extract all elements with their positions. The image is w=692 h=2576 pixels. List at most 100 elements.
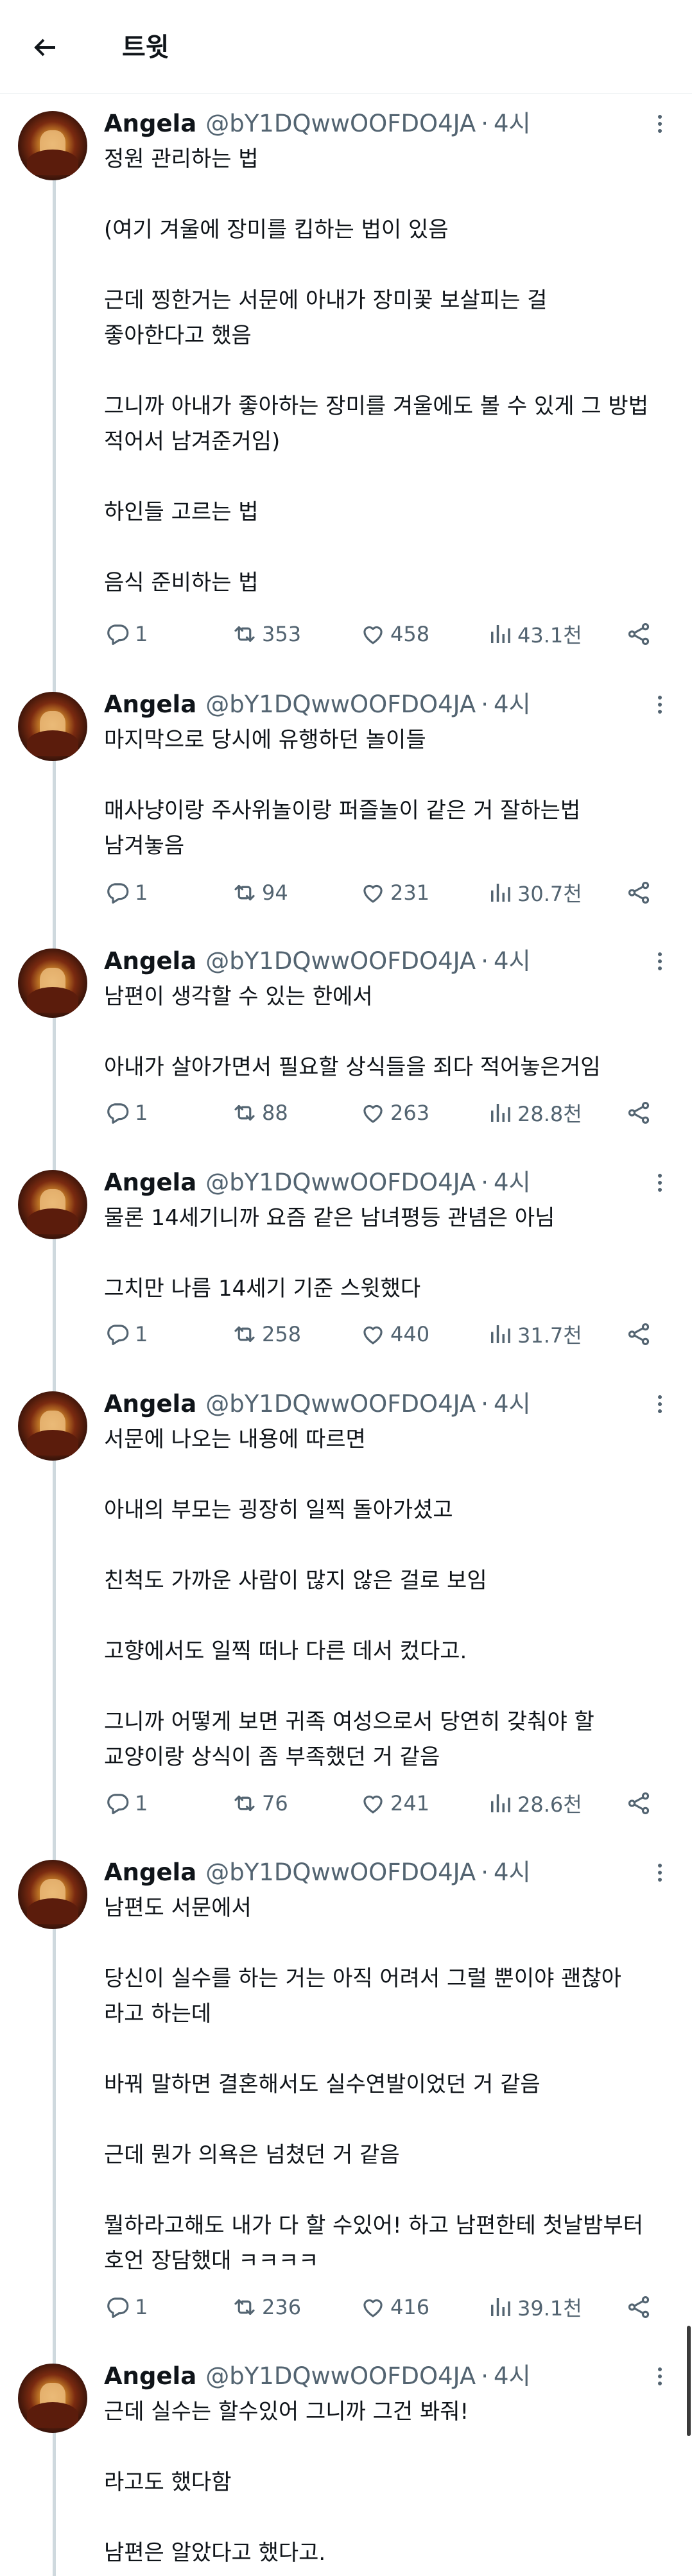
author-name[interactable]: Angela [104, 106, 196, 142]
more-options-icon[interactable] [647, 949, 673, 974]
reply-button[interactable]: 1 [104, 873, 148, 912]
avatar[interactable] [18, 692, 87, 761]
retweets-count: 76 [262, 1791, 288, 1816]
views-button[interactable]: 39.1천 [487, 2288, 582, 2326]
tweet-text-line: 좋아한다고 했음 [104, 323, 252, 348]
retweets-count: 258 [262, 1322, 302, 1346]
retweet-button[interactable]: 76 [231, 1784, 288, 1823]
author-name[interactable]: Angela [104, 1165, 196, 1201]
avatar[interactable] [18, 1170, 87, 1239]
tweet-actions: 1 76 241 28.6천 [104, 1784, 669, 1823]
more-options-icon[interactable] [647, 111, 673, 137]
tweet-text-line: 당신이 실수를 하는 거는 아직 어려서 그럴 뿐이야 괜찮아 [104, 1966, 621, 1991]
reply-button[interactable]: 1 [104, 2288, 148, 2326]
scrollbar-thumb[interactable] [687, 2326, 691, 2436]
reply-button[interactable]: 1 [104, 1784, 148, 1823]
more-options-icon[interactable] [647, 1391, 673, 1417]
back-button[interactable] [26, 28, 64, 67]
share-button[interactable] [625, 873, 652, 912]
like-button[interactable]: 231 [359, 873, 429, 912]
reply-button[interactable]: 1 [104, 1315, 148, 1353]
share-button[interactable] [625, 2288, 652, 2326]
avatar[interactable] [18, 949, 87, 1018]
avatar[interactable] [18, 1860, 87, 1929]
separator-dot: · [481, 947, 489, 975]
tweet-text: 남편도 서문에서 당신이 실수를 하는 거는 아직 어려서 그럴 뿐이야 괜찮아 라… [104, 1891, 669, 2279]
author-name[interactable]: Angela [104, 687, 196, 723]
tweet-timestamp[interactable]: 4시 [494, 943, 531, 979]
share-icon [628, 882, 650, 904]
tweet-text-line: 물론 14세기니까 요즘 같은 남녀평등 관념은 아님 [104, 1205, 555, 1231]
retweet-button[interactable]: 353 [231, 615, 301, 653]
views-button[interactable]: 43.1천 [487, 615, 582, 653]
like-button[interactable]: 458 [359, 615, 429, 653]
tweet-actions: 1 94 231 30.7천 [104, 873, 669, 912]
share-button[interactable] [625, 1094, 652, 1132]
retweet-icon [234, 1104, 255, 1121]
tweet-header: Angela @bY1DQwwOOFDO4JA · 4시 [104, 943, 531, 979]
views-button[interactable]: 28.6천 [487, 1784, 582, 1823]
author-name[interactable]: Angela [104, 1386, 196, 1422]
author-handle[interactable]: @bY1DQwwOOFDO4JA [205, 943, 476, 979]
like-button[interactable]: 416 [359, 2288, 429, 2326]
tweet-timestamp[interactable]: 4시 [494, 687, 531, 723]
share-button[interactable] [625, 1784, 652, 1823]
author-handle[interactable]: @bY1DQwwOOFDO4JA [205, 1386, 476, 1422]
replies-count: 1 [135, 2295, 148, 2319]
reply-button[interactable]: 1 [104, 615, 148, 653]
tweet-timestamp[interactable]: 4시 [494, 2358, 531, 2394]
author-name[interactable]: Angela [104, 943, 196, 979]
tweet-timestamp[interactable]: 4시 [494, 1855, 531, 1891]
likes-count: 440 [390, 1322, 430, 1346]
retweet-button[interactable]: 236 [231, 2288, 301, 2326]
tweet-text-line: 호언 장담했대 ㅋㅋㅋㅋ [104, 2248, 319, 2274]
more-options-icon[interactable] [647, 1860, 673, 1885]
retweet-button[interactable]: 258 [231, 1315, 301, 1353]
share-icon [628, 1102, 650, 1124]
reply-button[interactable]: 1 [104, 1094, 148, 1132]
more-options-icon[interactable] [647, 692, 673, 717]
tweet-text-line: (여기 겨울에 장미를 킵하는 법이 있음 [104, 217, 449, 243]
author-handle[interactable]: @bY1DQwwOOFDO4JA [205, 106, 476, 142]
avatar[interactable] [18, 2364, 87, 2433]
more-options-icon[interactable] [647, 1170, 673, 1196]
views-button[interactable]: 28.8천 [487, 1094, 582, 1132]
share-button[interactable] [625, 1315, 652, 1353]
views-button[interactable]: 30.7천 [487, 873, 582, 912]
author-handle[interactable]: @bY1DQwwOOFDO4JA [205, 1165, 476, 1201]
separator-dot: · [481, 2362, 489, 2390]
tweet-timestamp[interactable]: 4시 [494, 1386, 531, 1422]
author-handle[interactable]: @bY1DQwwOOFDO4JA [205, 2358, 476, 2394]
avatar[interactable] [18, 111, 87, 180]
tweet-text-line: 근데 찡한거는 서문에 아내가 장미꽃 보살피는 걸 [104, 288, 548, 313]
tweet-timestamp[interactable]: 4시 [494, 106, 531, 142]
like-button[interactable]: 241 [359, 1784, 429, 1823]
share-button[interactable] [625, 615, 652, 653]
tweet-text-line: 고향에서도 일찍 떠나 다른 데서 컸다고. [104, 1638, 467, 1664]
like-button[interactable]: 440 [359, 1315, 429, 1353]
more-options-icon[interactable] [647, 2364, 673, 2389]
tweet-actions: 1 88 263 28.8천 [104, 1094, 669, 1132]
retweet-button[interactable]: 94 [231, 873, 288, 912]
tweet-timestamp[interactable]: 4시 [494, 1165, 531, 1201]
retweet-button[interactable]: 88 [231, 1094, 288, 1132]
author-name[interactable]: Angela [104, 2358, 196, 2394]
author-handle[interactable]: @bY1DQwwOOFDO4JA [205, 687, 476, 723]
views-button[interactable]: 31.7천 [487, 1315, 582, 1353]
tweet-text-line: 남편이 생각할 수 있는 한에서 [104, 984, 373, 1009]
author-handle[interactable]: @bY1DQwwOOFDO4JA [205, 1855, 476, 1891]
heart-icon [363, 1795, 383, 1814]
retweets-count: 236 [262, 2295, 302, 2319]
separator-dot: · [481, 1390, 489, 1418]
like-button[interactable]: 263 [359, 1094, 429, 1132]
author-name[interactable]: Angela [104, 1855, 196, 1891]
tweet-text-line: 서문에 나오는 내용에 따르면 [104, 1427, 366, 1452]
avatar[interactable] [18, 1391, 87, 1461]
tweet-text-line: 아내가 살아가면서 필요할 상식들을 죄다 적어놓은거임 [104, 1054, 601, 1080]
tweet-text-line: 그니까 아내가 좋아하는 장미를 겨울에도 볼 수 있게 그 방법 [104, 393, 648, 419]
